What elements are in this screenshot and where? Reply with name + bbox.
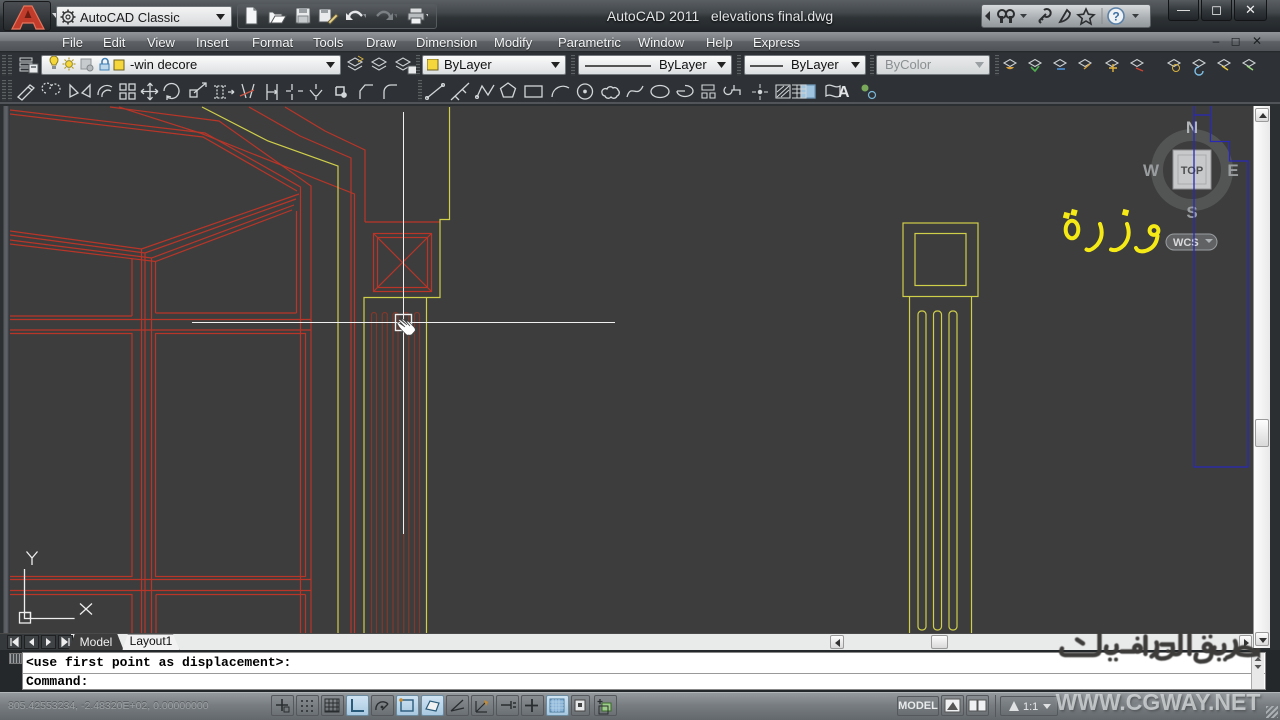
svg-text:TOP: TOP — [1181, 165, 1203, 177]
svg-text:1:1: 1:1 — [1023, 701, 1038, 713]
svg-text:N: N — [1186, 118, 1198, 137]
svg-text:S: S — [1186, 203, 1197, 222]
svg-text:?: ? — [1112, 10, 1119, 24]
svg-text:A: A — [838, 84, 850, 101]
svg-text:E: E — [1227, 161, 1238, 180]
svg-text:WCS: WCS — [1173, 237, 1199, 249]
svg-text:W: W — [1143, 161, 1160, 180]
